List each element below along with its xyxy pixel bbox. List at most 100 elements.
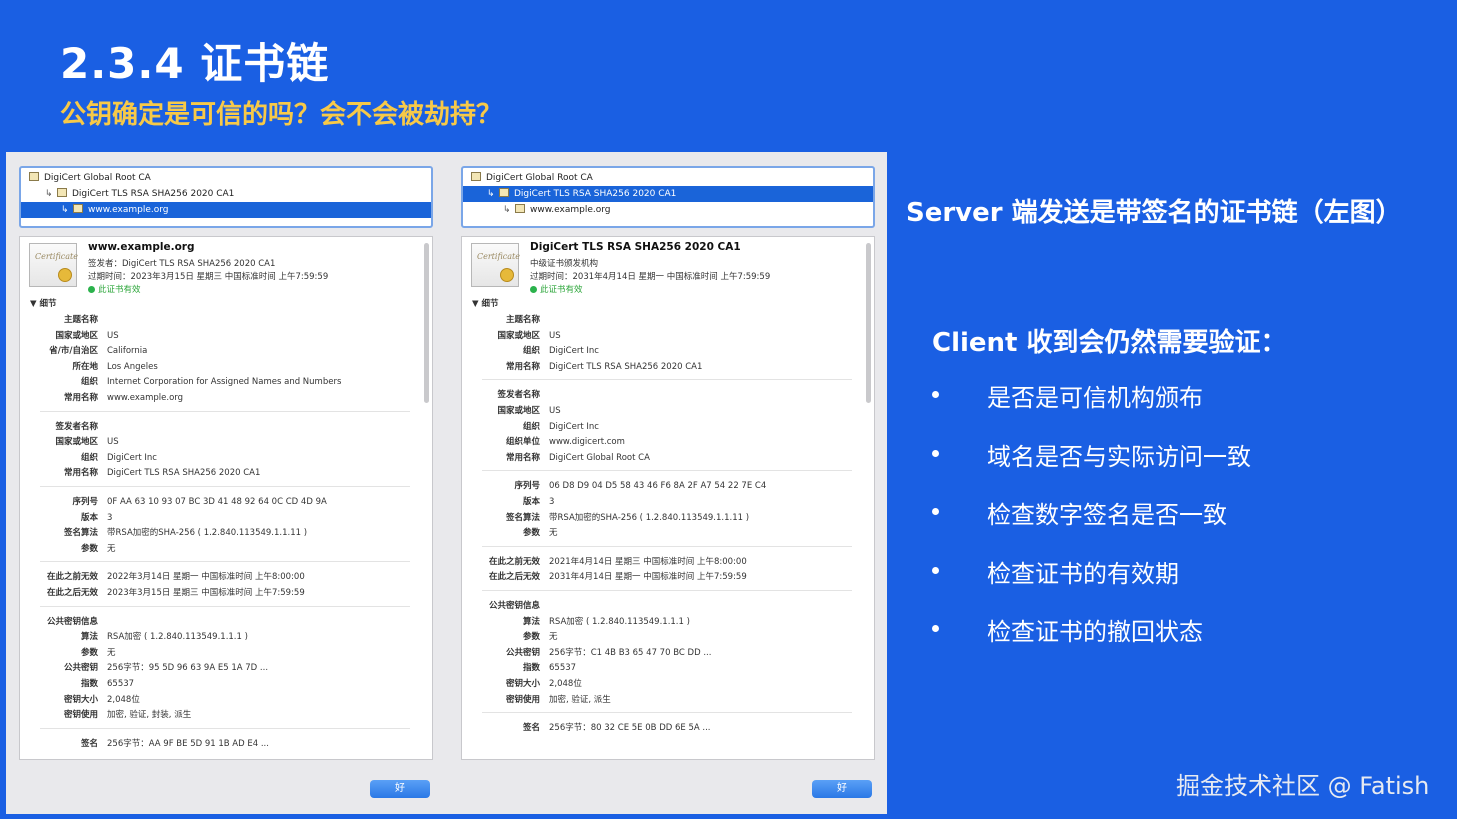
detail-key: 常用名称 [63, 393, 98, 403]
cert-chain-item[interactable]: ↳ www.example.org [21, 202, 431, 218]
slide-title: 2.3.4 证书链 [60, 39, 330, 88]
detail-row: 国家或地区 US [462, 329, 862, 343]
detail-row: 版本 3 [462, 495, 862, 509]
detail-value: 2022年3月14日 星期一 中国标准时间 上午8:00:00 [107, 572, 305, 583]
disclosure-triangle-icon: ▼ [30, 299, 40, 309]
detail-key: 国家或地区 [55, 437, 98, 448]
detail-key: 版本 [80, 512, 98, 523]
scrollbar[interactable] [424, 243, 429, 403]
detail-row: 参数无 [20, 542, 420, 556]
detail-key: 组织 [80, 452, 98, 463]
detail-value: RSA加密 ( 1.2.840.113549.1.1.1 ) [549, 616, 690, 627]
detail-row: 公共密钥信息 [20, 615, 420, 629]
divider [482, 379, 852, 381]
detail-row: 公共密钥 256字节：C1 4B B3 65 47 70 BC DD ... [462, 646, 862, 660]
detail-key: 公共密钥 [505, 647, 540, 658]
details-label: 细节 [481, 299, 499, 309]
disclosure-triangle-icon: ▼ [472, 299, 482, 309]
bullet-dot-icon [932, 566, 939, 574]
detail-value: 带RSA加密的SHA-256 ( 1.2.840.113549.1.1.11 ) [107, 528, 308, 539]
detail-value: 0F AA 63 10 93 07 BC 3D 41 48 92 64 0C C… [107, 497, 327, 507]
detail-value: US [107, 330, 119, 341]
detail-row: 国家或地区 US [462, 404, 862, 418]
certificate-pane-left: DigiCert Global Root CA ↳ DigiCert TLS RSA… [16, 152, 440, 814]
bullet-dot-icon [932, 508, 939, 515]
detail-value: 无 [549, 632, 558, 643]
detail-row: 密钥大小 2,048位 [20, 693, 420, 707]
detail-value: 加密, 验证, 派生 [549, 694, 611, 705]
detail-row: 组织 DigiCert Inc [462, 344, 862, 358]
detail-row: 参数无 [462, 526, 862, 540]
details-disclosure[interactable]: ▼ 细节 [472, 297, 499, 309]
detail-row: 常用名称 DigiCert TLS RSA SHA256 2020 CA1 [20, 466, 420, 480]
detail-row: 省/市/自治区 California [20, 344, 420, 358]
chevron-right-icon: ↳ [61, 205, 69, 215]
detail-row: 公共密钥 256字节：95 5D 96 63 9A E5 1A 7D ... [20, 661, 420, 675]
details-label: 细节 [39, 299, 57, 309]
cert-chain-item-label: DigiCert TLS RSA SHA256 2020 CA1 [72, 189, 235, 199]
ok-button[interactable]: 好 [812, 780, 872, 798]
detail-key: 国家或地区 [497, 406, 540, 416]
detail-value: 256字节：95 5D 96 63 9A E5 1A 7D ... [107, 663, 269, 674]
detail-key: 序列号 [514, 481, 540, 492]
detail-key: 密钥大小 [63, 694, 98, 705]
divider [40, 727, 410, 729]
cert-chain-item[interactable]: ↳ www.example.org [463, 202, 873, 218]
cert-chain-tree: DigiCert Global Root CA ↳ DigiCert TLS RSA… [19, 166, 433, 228]
certificate-badge-icon: Certificate [471, 243, 520, 287]
cert-chain-item[interactable]: ↳ DigiCert TLS RSA SHA256 2020 CA1 [21, 186, 431, 202]
detail-value: US [107, 437, 119, 448]
detail-value: www.example.org [107, 393, 184, 403]
cert-chain-item-label: DigiCert Global Root CA [486, 173, 593, 183]
detail-row: 算法 RSA加密 ( 1.2.840.113549.1.1.1 ) [462, 615, 862, 629]
certificate-badge-label: Certificate [35, 252, 78, 261]
detail-row: 所在地 Los Angeles [20, 360, 420, 374]
divider [482, 590, 852, 591]
certificate-icon [471, 172, 481, 181]
detail-row: 国家或地区 US [20, 329, 420, 343]
detail-key: 参数 [522, 528, 540, 539]
certificate-detail-panel[interactable]: Certificate DigiCert TLS RSA SHA256 2020 … [461, 236, 875, 760]
cert-valid-text: 此证书有效 [540, 285, 583, 295]
detail-row: 组织单位 www.digicert.com [462, 435, 862, 449]
cert-valid-text: 此证书有效 [98, 285, 141, 295]
detail-key: 签发者名称 [55, 421, 98, 432]
certificate-pane-right: DigiCert Global Root CA ↳ DigiCert TLS RSA… [458, 152, 882, 814]
detail-key: 主题名称 [63, 315, 98, 325]
detail-value: 3 [549, 497, 555, 507]
detail-key: 国家或地区 [55, 330, 98, 341]
ok-button[interactable]: 好 [370, 780, 430, 798]
detail-key: 公共密钥信息 [46, 616, 98, 627]
detail-key: 签名算法 [63, 528, 98, 539]
cert-chain-item-label: www.example.org [88, 205, 169, 215]
details-disclosure[interactable]: ▼ 细节 [30, 297, 57, 309]
certificate-detail-panel[interactable]: Certificate www.example.org 签发者：DigiCert T… [19, 236, 433, 760]
certificate-icon [515, 204, 525, 213]
detail-key: 组织 [522, 346, 540, 357]
detail-value: 加密, 验证, 封装, 派生 [107, 710, 192, 721]
detail-key: 签名算法 [505, 512, 540, 523]
detail-key: 签发者名称 [497, 390, 540, 401]
detail-key: 常用名称 [505, 452, 540, 463]
detail-row: 参数无 [462, 630, 862, 644]
detail-key: 常用名称 [505, 361, 540, 372]
cert-chain-tree: DigiCert Global Root CA ↳ DigiCert TLS RSA… [461, 166, 875, 228]
bullet-text: 域名是否与实际访问一致 [987, 442, 1251, 471]
cert-chain-item[interactable]: DigiCert Global Root CA [463, 170, 873, 186]
detail-value: 256字节：AA 9F BE 5D 91 1B AD E4 ... [107, 738, 269, 749]
detail-row: 组织 DigiCert Inc [20, 451, 420, 465]
detail-value: 256字节：C1 4B B3 65 47 70 BC DD ... [549, 647, 712, 658]
detail-value: 2031年4月14日 星期一 中国标准时间 上午7:59:59 [549, 572, 747, 583]
detail-value: US [549, 330, 561, 341]
scrollbar[interactable] [866, 243, 871, 403]
cert-chain-item[interactable]: ↳ DigiCert TLS RSA SHA256 2020 CA1 [463, 186, 873, 202]
detail-row: 主题名称 [20, 313, 420, 327]
detail-row: 指数 65537 [20, 677, 420, 691]
detail-row: 密钥大小 2,048位 [462, 677, 862, 691]
detail-value: 2,048位 [549, 679, 582, 689]
cert-chain-item[interactable]: DigiCert Global Root CA [21, 170, 431, 186]
detail-row: 国家或地区 US [20, 435, 420, 449]
bullet-text: 是否是可信机构颁布 [987, 384, 1203, 412]
detail-key: 在此之前无效 [46, 572, 98, 583]
detail-row: 版本 3 [20, 511, 420, 525]
